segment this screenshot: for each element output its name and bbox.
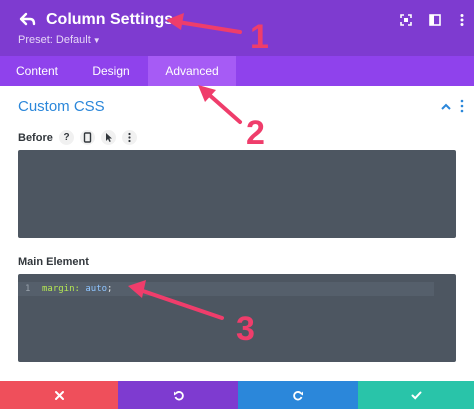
undo-button[interactable] — [118, 381, 238, 409]
more-vertical-icon[interactable] — [122, 130, 137, 145]
tab-design[interactable]: Design — [74, 56, 148, 86]
preset-selector[interactable]: Preset: Default ▼ — [18, 34, 101, 46]
back-arrow-icon[interactable] — [18, 10, 38, 30]
tab-advanced[interactable]: Advanced — [148, 56, 236, 86]
action-bar — [0, 381, 474, 409]
modal-header: Column Settings Preset: Default ▼ — [0, 0, 474, 56]
annotation-number-1: 1 — [250, 18, 269, 56]
mobile-icon[interactable] — [80, 130, 95, 145]
tab-content[interactable]: Content — [0, 56, 74, 86]
cancel-button[interactable] — [0, 381, 118, 409]
css-code[interactable]: margin: auto; — [42, 282, 112, 296]
columns-layout-icon[interactable] — [427, 12, 443, 28]
caret-down-icon: ▼ — [92, 36, 101, 45]
tab-bar: Content Design Advanced — [0, 56, 474, 86]
css-value: auto — [85, 284, 108, 294]
css-punctuation: ; — [107, 284, 113, 294]
before-css-editor[interactable] — [18, 150, 456, 238]
annotation-number-2: 2 — [246, 114, 265, 152]
section-title[interactable]: Custom CSS — [18, 98, 105, 115]
check-icon — [411, 391, 421, 400]
expand-icon[interactable] — [398, 12, 414, 28]
annotation-number-3: 3 — [236, 310, 255, 348]
help-icon[interactable]: ? — [59, 130, 74, 145]
preset-label: Preset: Default — [18, 34, 91, 46]
line-number: 1 — [25, 284, 31, 294]
redo-button[interactable] — [238, 381, 358, 409]
before-label: Before — [18, 132, 53, 144]
more-vertical-icon[interactable] — [454, 12, 470, 28]
section-more-icon[interactable] — [458, 99, 466, 113]
close-icon — [54, 390, 64, 400]
save-button[interactable] — [358, 381, 474, 409]
chevron-up-icon[interactable] — [440, 100, 452, 112]
main-element-label: Main Element — [18, 256, 89, 268]
undo-icon — [173, 390, 184, 400]
modal-title: Column Settings — [46, 11, 174, 28]
redo-icon — [292, 390, 303, 400]
css-property: margin: — [42, 284, 80, 294]
pointer-icon[interactable] — [101, 130, 116, 145]
